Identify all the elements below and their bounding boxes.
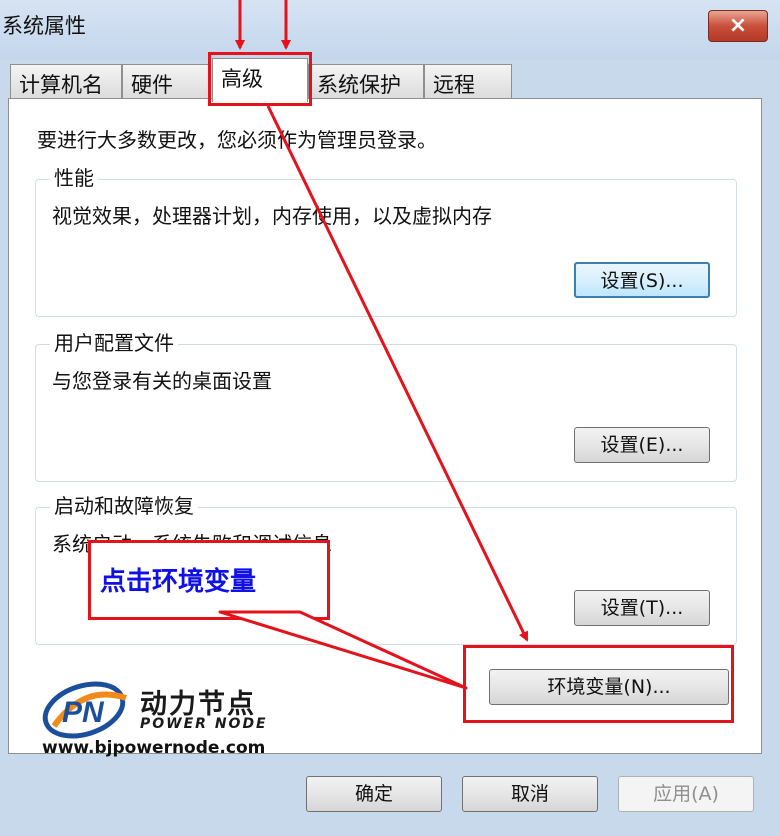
power-node-logo: PN 动力节点 POWER NODE www.bjpowernode.com	[40, 676, 270, 766]
user-profiles-settings-button[interactable]: 设置(E)...	[574, 427, 710, 463]
performance-group: 性能 视觉效果，处理器计划，内存使用，以及虚拟内存 设置(S)...	[35, 162, 737, 317]
performance-settings-button[interactable]: 设置(S)...	[574, 262, 710, 298]
tab-computer-name[interactable]: 计算机名	[10, 64, 122, 98]
performance-title: 性能	[50, 162, 98, 191]
apply-button: 应用(A)	[618, 776, 754, 812]
logo-name-en: POWER NODE	[140, 716, 268, 732]
admin-notice: 要进行大多数更改，您必须作为管理员登录。	[37, 128, 437, 152]
startup-recovery-title: 启动和故障恢复	[50, 490, 198, 519]
startup-recovery-settings-button[interactable]: 设置(T)...	[574, 590, 710, 626]
close-button[interactable]: ×	[708, 10, 768, 42]
close-icon: ×	[728, 13, 748, 38]
window-title: 系统属性	[2, 14, 86, 38]
ok-button[interactable]: 确定	[306, 776, 442, 812]
user-profiles-title: 用户配置文件	[50, 327, 178, 356]
pn-logo-icon: PN	[42, 681, 127, 739]
callout-box: 点击环境变量	[88, 540, 330, 620]
user-profiles-desc: 与您登录有关的桌面设置	[52, 369, 272, 393]
tab-system-protection[interactable]: 系统保护	[308, 64, 424, 98]
env-button-highlight	[463, 645, 734, 723]
callout-text: 点击环境变量	[100, 567, 257, 597]
tab-hardware[interactable]: 硬件	[122, 64, 210, 98]
performance-desc: 视觉效果，处理器计划，内存使用，以及虚拟内存	[52, 204, 492, 228]
advanced-tab-highlight	[208, 52, 312, 106]
cancel-button[interactable]: 取消	[462, 776, 598, 812]
logo-url: www.bjpowernode.com	[42, 738, 266, 758]
tab-remote[interactable]: 远程	[424, 64, 512, 98]
user-profiles-group: 用户配置文件 与您登录有关的桌面设置 设置(E)...	[35, 327, 737, 482]
title-bar: 系统属性 ×	[0, 0, 780, 60]
logo-letters: PN	[62, 696, 105, 729]
